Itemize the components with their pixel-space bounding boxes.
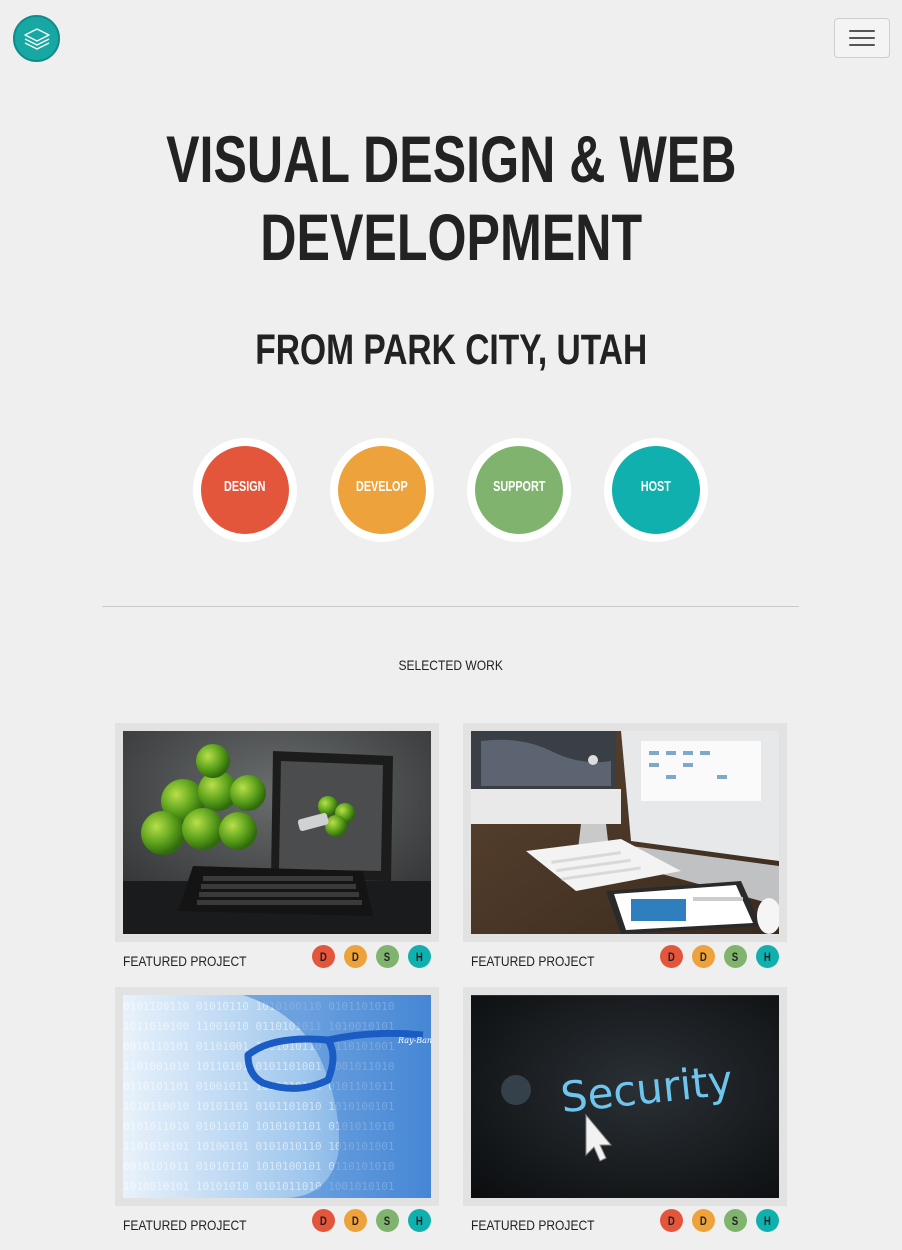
title-line-2: DEVELOPMENT <box>260 200 642 274</box>
project-image-tablet-apples[interactable] <box>123 731 431 934</box>
project-badges: D D S H <box>660 945 779 968</box>
badge-develop: D <box>692 1209 715 1232</box>
project-card[interactable]: 0101100110 01010110 1010100110 010110101… <box>115 987 439 1236</box>
badge-design: D <box>312 945 335 968</box>
page-subtitle: FROM PARK CITY, UTAH <box>0 322 902 378</box>
project-caption[interactable]: FEATURED PROJECT <box>123 953 267 969</box>
hamburger-menu-icon <box>849 30 875 46</box>
logo[interactable] <box>13 15 60 62</box>
badge-support: S <box>724 1209 747 1232</box>
page-title: VISUAL DESIGN & WEB DEVELOPMENT <box>0 120 902 276</box>
badge-host: H <box>408 945 431 968</box>
project-image-frame <box>115 723 439 942</box>
title-line-1: VISUAL DESIGN & WEB <box>165 122 737 196</box>
service-support-circle: SUPPORT <box>475 446 563 534</box>
menu-toggle-button[interactable] <box>834 18 890 58</box>
badge-design: D <box>660 1209 683 1232</box>
project-image-security[interactable]: Security <box>471 995 779 1198</box>
badge-support: S <box>376 1209 399 1232</box>
project-image-frame: 0101100110 01010110 1010100110 010110101… <box>115 987 439 1206</box>
service-develop-label: DEVELOP <box>356 477 408 495</box>
project-card[interactable]: FEATURED PROJECT D D S H <box>463 723 787 972</box>
project-badges: D D S H <box>312 945 431 968</box>
badge-host: H <box>756 1209 779 1232</box>
svg-text:Ray-Ban: Ray-Ban <box>397 1036 431 1045</box>
project-image-frame <box>463 723 787 942</box>
layers-icon <box>23 27 50 50</box>
badge-develop: D <box>344 1209 367 1232</box>
badge-develop: D <box>692 945 715 968</box>
project-caption[interactable]: FEATURED PROJECT <box>123 1217 267 1233</box>
service-host[interactable]: HOST <box>604 438 708 542</box>
service-develop-circle: DEVELOP <box>338 446 426 534</box>
badge-host: H <box>756 945 779 968</box>
section-heading: SELECTED WORK <box>0 657 902 673</box>
subtitle-text: FROM PARK CITY, UTAH <box>255 326 647 374</box>
project-card[interactable]: FEATURED PROJECT D D S H <box>115 723 439 972</box>
badge-support: S <box>724 945 747 968</box>
service-host-circle: HOST <box>612 446 700 534</box>
badge-design: D <box>660 945 683 968</box>
selected-work-label: SELECTED WORK <box>398 657 504 673</box>
service-support[interactable]: SUPPORT <box>467 438 571 542</box>
project-card[interactable]: Security FEATURED PROJECT D D S H <box>463 987 787 1236</box>
section-divider <box>102 606 799 607</box>
project-image-binary-face[interactable]: 0101100110 01010110 1010100110 010110101… <box>123 995 431 1198</box>
service-support-label: SUPPORT <box>492 477 546 495</box>
badge-design: D <box>312 1209 335 1232</box>
badge-support: S <box>376 945 399 968</box>
badge-host: H <box>408 1209 431 1232</box>
project-image-desk-devices[interactable] <box>471 731 779 934</box>
project-badges: D D S H <box>660 1209 779 1232</box>
badge-develop: D <box>344 945 367 968</box>
service-host-label: HOST <box>640 477 671 495</box>
project-badges: D D S H <box>312 1209 431 1232</box>
service-design-circle: DESIGN <box>201 446 289 534</box>
service-design-label: DESIGN <box>224 477 266 495</box>
project-caption[interactable]: FEATURED PROJECT <box>471 1217 615 1233</box>
project-image-frame: Security <box>463 987 787 1206</box>
project-caption[interactable]: FEATURED PROJECT <box>471 953 615 969</box>
service-design[interactable]: DESIGN <box>193 438 297 542</box>
service-develop[interactable]: DEVELOP <box>330 438 434 542</box>
